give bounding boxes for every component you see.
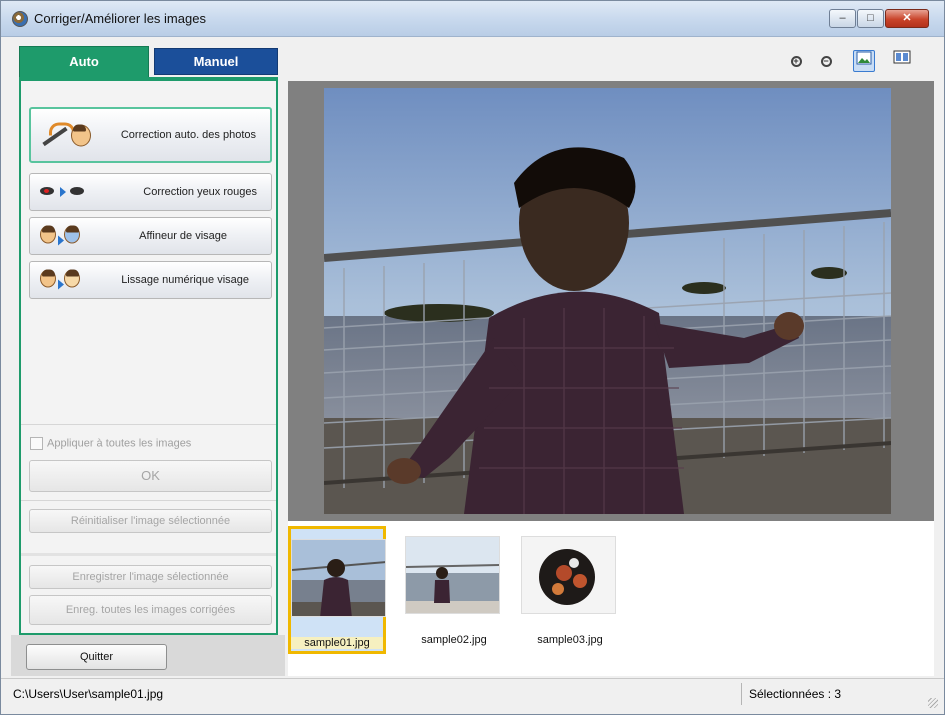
app-window: Corriger/Améliorer les images – □ ✕ Auto… xyxy=(0,0,945,715)
thumbnail-item[interactable]: sample01.jpg xyxy=(288,526,386,654)
auto-photo-correction-button[interactable]: Correction auto. des photos xyxy=(29,107,272,163)
quit-button[interactable]: Quitter xyxy=(26,644,167,670)
divider xyxy=(21,500,276,501)
resize-grip-icon[interactable] xyxy=(928,698,938,708)
tab-auto[interactable]: Auto xyxy=(19,46,149,77)
thumbnail-image xyxy=(521,536,616,614)
window-title: Corriger/Améliorer les images xyxy=(34,11,206,26)
thumbnail-image xyxy=(405,536,500,614)
app-icon xyxy=(12,11,28,27)
tab-manuel[interactable]: Manuel xyxy=(154,48,278,75)
save-selected-image-button[interactable]: Enregistrer l'image sélectionnée xyxy=(29,565,272,589)
minimize-button[interactable]: – xyxy=(829,9,856,28)
red-eye-icon xyxy=(40,186,90,198)
reset-selected-image-button[interactable]: Réinitialiser l'image sélectionnée xyxy=(29,509,272,533)
view-toolbar: + − xyxy=(286,41,934,79)
compare-view-icon[interactable] xyxy=(891,50,913,72)
face-sharpener-button[interactable]: Affineur de visage xyxy=(29,217,272,255)
preview-area xyxy=(288,81,934,521)
face-smooth-icon xyxy=(40,269,82,291)
auto-photo-correction-label: Correction auto. des photos xyxy=(120,129,256,141)
thumbnail-filename: sample03.jpg xyxy=(537,634,603,646)
close-button[interactable]: ✕ xyxy=(885,9,929,28)
digital-face-smoothing-label: Lissage numérique visage xyxy=(121,274,249,286)
status-divider xyxy=(741,683,742,705)
auto-correction-panel: Correction auto. des photos Correction y… xyxy=(19,77,278,635)
zoom-in-icon[interactable]: + xyxy=(785,50,807,72)
thumbnail-filename: sample01.jpg xyxy=(291,637,383,649)
save-all-corrected-images-button[interactable]: Enreg. toutes les images corrigées xyxy=(29,595,272,625)
whole-image-view-icon[interactable] xyxy=(853,50,875,72)
thumbnail-image xyxy=(291,539,386,617)
apply-all-label: Appliquer à toutes les images xyxy=(47,437,192,450)
thumbnail-item[interactable]: sample02.jpg xyxy=(405,526,503,654)
ok-button[interactable]: OK xyxy=(29,460,272,492)
status-file-path: C:\Users\User\sample01.jpg xyxy=(13,687,164,701)
digital-face-smoothing-button[interactable]: Lissage numérique visage xyxy=(29,261,272,299)
apply-all-row[interactable]: Appliquer à toutes les images xyxy=(30,437,191,450)
red-eye-correction-button[interactable]: Correction yeux rouges xyxy=(29,173,272,211)
apply-all-checkbox[interactable] xyxy=(30,437,43,450)
preview-image[interactable] xyxy=(324,88,891,514)
title-bar[interactable]: Corriger/Améliorer les images – □ ✕ xyxy=(1,1,944,37)
face-sharpen-icon xyxy=(40,225,82,247)
status-bar: C:\Users\User\sample01.jpg Sélectionnées… xyxy=(1,678,944,714)
red-eye-correction-label: Correction yeux rouges xyxy=(143,186,257,198)
status-selected-count: Sélectionnées : 3 xyxy=(749,687,842,701)
divider xyxy=(21,553,276,556)
magic-wand-icon xyxy=(41,121,93,150)
face-sharpener-label: Affineur de visage xyxy=(139,230,227,242)
divider xyxy=(21,424,276,425)
thumbnail-item[interactable]: sample03.jpg xyxy=(521,526,619,654)
thumbnail-strip: sample01.jpg sample02.jpg sample03.jpg xyxy=(288,521,934,676)
zoom-out-icon[interactable]: − xyxy=(815,50,837,72)
thumbnail-filename: sample02.jpg xyxy=(421,634,487,646)
maximize-button[interactable]: □ xyxy=(857,9,884,28)
